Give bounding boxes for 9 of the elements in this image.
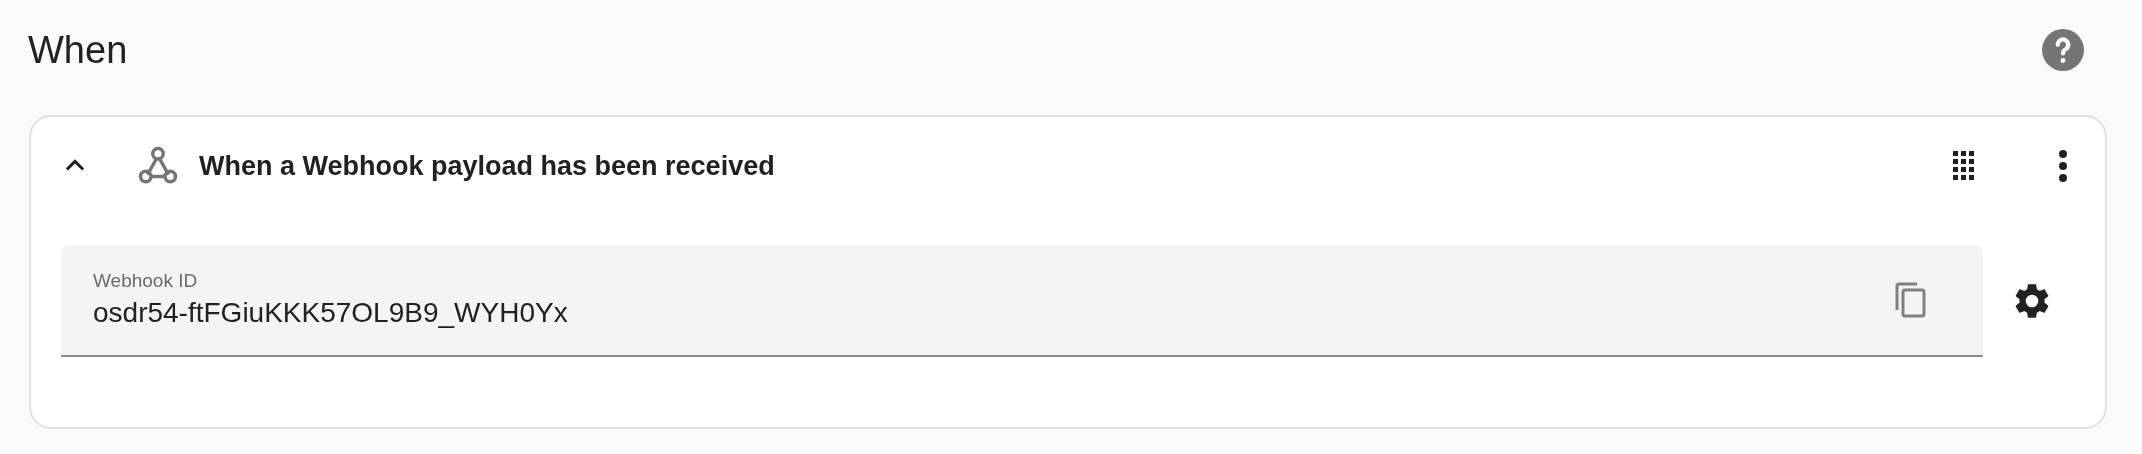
- section-title: When: [28, 27, 128, 73]
- help-icon[interactable]: [2042, 29, 2084, 71]
- field-label: Webhook ID: [93, 269, 199, 293]
- trigger-title: When a Webhook payload has been received: [199, 149, 775, 183]
- more-options-icon[interactable]: [2057, 149, 2069, 183]
- field-value: osdr54-ftFGiuKKK57OL9B9_WYH0Yx: [93, 296, 569, 330]
- webhook-id-field[interactable]: Webhook ID osdr54-ftFGiuKKK57OL9B9_WYH0Yx: [61, 245, 1983, 357]
- drag-handle-icon[interactable]: [1953, 151, 1975, 181]
- copy-icon[interactable]: [1895, 282, 1927, 318]
